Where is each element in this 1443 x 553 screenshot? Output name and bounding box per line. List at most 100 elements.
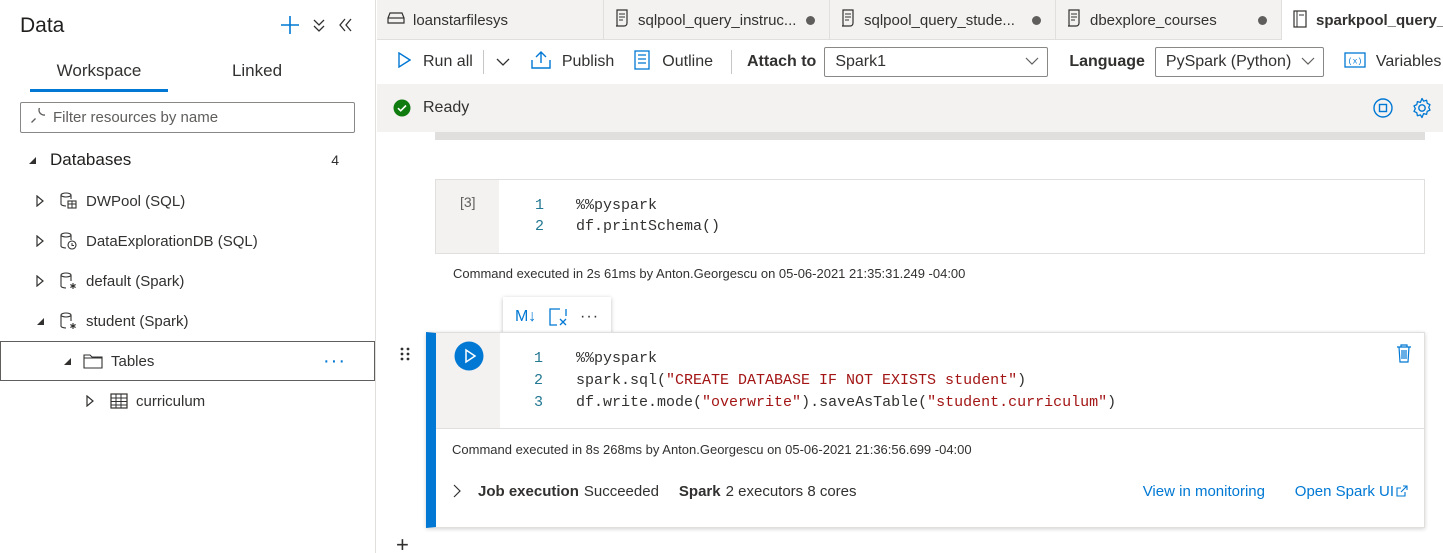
language-value: PySpark (Python) xyxy=(1165,53,1292,70)
code-line: df.write.mode("overwrite").saveAsTable("… xyxy=(576,394,1116,416)
run-cell-button[interactable] xyxy=(454,341,484,371)
file-tab-sqlpool-query-stude[interactable]: sqlpool_query_stude... xyxy=(830,0,1056,40)
spark-database-icon xyxy=(58,311,78,331)
notebook-toolbar: Run all Publish Outline Attach to Spark1… xyxy=(377,40,1443,84)
sql-database-icon xyxy=(58,231,78,251)
tree-item-dataexplorationdb[interactable]: DataExplorationDB (SQL) xyxy=(0,221,375,261)
table-icon xyxy=(110,392,128,410)
variables-label: Variables xyxy=(1375,53,1442,70)
chevron-down-icon xyxy=(1025,53,1039,71)
chevron-down-icon[interactable] xyxy=(496,57,510,67)
unsaved-dot-icon xyxy=(1032,16,1041,25)
tab-workspace[interactable]: Workspace xyxy=(30,56,168,92)
cell-exec-info: Command executed in 2s 61ms by Anton.Geo… xyxy=(453,266,966,281)
gear-icon[interactable] xyxy=(1411,97,1433,119)
line-number: 1 xyxy=(533,350,543,367)
tree-item-student[interactable]: student (Spark) xyxy=(0,301,375,341)
databases-label: Databases xyxy=(50,150,132,169)
code-token: df.write.mode( xyxy=(576,394,703,411)
chevron-right-icon[interactable] xyxy=(452,484,462,498)
file-tab-label: sparkpool_query_c xyxy=(1316,12,1443,29)
notebook-icon xyxy=(1292,9,1308,32)
external-link-icon xyxy=(1396,485,1408,497)
markdown-toggle-icon[interactable]: M↓ xyxy=(515,308,536,326)
attach-to-label: Attach to xyxy=(747,53,817,70)
cell-exec-info: Command executed in 8s 268ms by Anton.Ge… xyxy=(452,442,972,457)
chevron-down-icon xyxy=(1301,53,1315,71)
language-dropdown[interactable]: PySpark (Python) xyxy=(1154,47,1324,77)
open-spark-ui-link[interactable]: Open Spark UI xyxy=(1295,483,1408,500)
unsaved-dot-icon xyxy=(1258,16,1267,25)
file-tab-sparkpool-query[interactable]: sparkpool_query_c xyxy=(1282,0,1443,41)
more-actions-icon[interactable]: ··· xyxy=(323,351,346,371)
tree-item-dwpool[interactable]: DWPool (SQL) xyxy=(0,181,375,221)
code-cell-3[interactable]: [3] 1 %%pyspark 2 df.printSchema() xyxy=(435,179,1425,254)
run-all-label: Run all xyxy=(423,53,473,70)
sql-script-icon xyxy=(614,9,630,31)
caret-collapsed-icon xyxy=(34,275,46,287)
line-number: 3 xyxy=(533,394,543,411)
publish-label: Publish xyxy=(561,53,615,70)
line-number: 1 xyxy=(534,197,544,214)
code-line: spark.sql("CREATE DATABASE IF NOT EXISTS… xyxy=(576,372,1026,394)
tree-item-tables[interactable]: Tables ··· xyxy=(0,341,375,381)
spark-label: Spark xyxy=(678,482,721,500)
variables-button[interactable]: (x) Variables xyxy=(1344,51,1442,74)
stop-session-icon[interactable] xyxy=(1373,98,1393,118)
more-actions-icon[interactable]: ··· xyxy=(580,308,599,326)
panel-actions xyxy=(279,14,353,36)
svg-text:(x): (x) xyxy=(1348,57,1362,66)
databases-count: 4 xyxy=(331,152,339,168)
file-tab-label: dbexplore_courses xyxy=(1090,11,1217,29)
publish-button[interactable]: Publish xyxy=(530,50,614,75)
tree-databases[interactable]: Databases 4 xyxy=(0,140,375,180)
file-tab-label: sqlpool_query_instruc... xyxy=(638,11,797,29)
code-token: ) xyxy=(1107,394,1117,411)
file-tab-label: loanstarfilesys xyxy=(413,11,509,29)
drag-handle-icon[interactable] xyxy=(400,347,410,361)
panel-title: Data xyxy=(20,14,65,37)
data-panel: Data Workspace Linked Databases 4 xyxy=(0,0,376,553)
tree-item-label: default (Spark) xyxy=(86,272,185,290)
cell-gutter: [3] xyxy=(436,180,499,253)
cell-gutter xyxy=(436,333,500,428)
horizontal-scrollbar[interactable] xyxy=(435,132,1425,140)
play-icon xyxy=(397,51,412,73)
filter-input[interactable] xyxy=(53,109,333,126)
delete-icon[interactable] xyxy=(1396,343,1412,363)
filter-box xyxy=(20,102,355,133)
code-cell-active[interactable]: 1 %%pyspark 2 spark.sql("CREATE DATABASE… xyxy=(426,332,1425,528)
add-cell-button[interactable]: + xyxy=(396,534,409,553)
folder-icon xyxy=(83,352,103,370)
tree-item-label: DataExplorationDB (SQL) xyxy=(86,232,258,250)
outline-button[interactable]: Outline xyxy=(634,49,713,75)
tree-item-curriculum[interactable]: curriculum xyxy=(0,381,375,421)
collapse-all-icon[interactable] xyxy=(311,17,327,33)
tree-item-label: DWPool (SQL) xyxy=(86,192,186,210)
status-bar: Ready xyxy=(377,84,1443,132)
view-in-monitoring-link[interactable]: View in monitoring xyxy=(1143,483,1265,500)
tab-linked[interactable]: Linked xyxy=(188,56,326,92)
file-tab-sqlpool-query-instruc[interactable]: sqlpool_query_instruc... xyxy=(604,0,830,40)
file-tab-dbexplore-courses[interactable]: dbexplore_courses xyxy=(1056,0,1282,40)
storage-icon xyxy=(387,11,405,29)
string-literal: "student.curriculum" xyxy=(927,394,1108,411)
caret-expanded-icon xyxy=(26,155,38,165)
tree-item-label: student (Spark) xyxy=(86,312,189,330)
file-tab-loanstarfilesys[interactable]: loanstarfilesys xyxy=(377,0,604,40)
job-status: Succeeded xyxy=(583,482,659,500)
code-token: spark.sql( xyxy=(576,372,667,389)
double-chevron-left-icon[interactable] xyxy=(337,17,353,33)
variables-icon: (x) xyxy=(1344,51,1366,74)
clear-output-icon[interactable] xyxy=(548,307,568,327)
code-token: ).saveAsTable( xyxy=(801,394,928,411)
toolbar-divider xyxy=(482,50,484,74)
job-execution-label: Job execution xyxy=(478,482,579,500)
filter-icon xyxy=(29,104,50,127)
tree-item-default[interactable]: default (Spark) xyxy=(0,261,375,301)
run-all-button[interactable]: Run all xyxy=(397,51,473,73)
code-line: %%pyspark xyxy=(576,350,658,367)
attach-to-dropdown[interactable]: Spark1 xyxy=(824,47,1049,77)
string-literal: "overwrite" xyxy=(702,394,802,411)
add-icon[interactable] xyxy=(279,14,301,36)
